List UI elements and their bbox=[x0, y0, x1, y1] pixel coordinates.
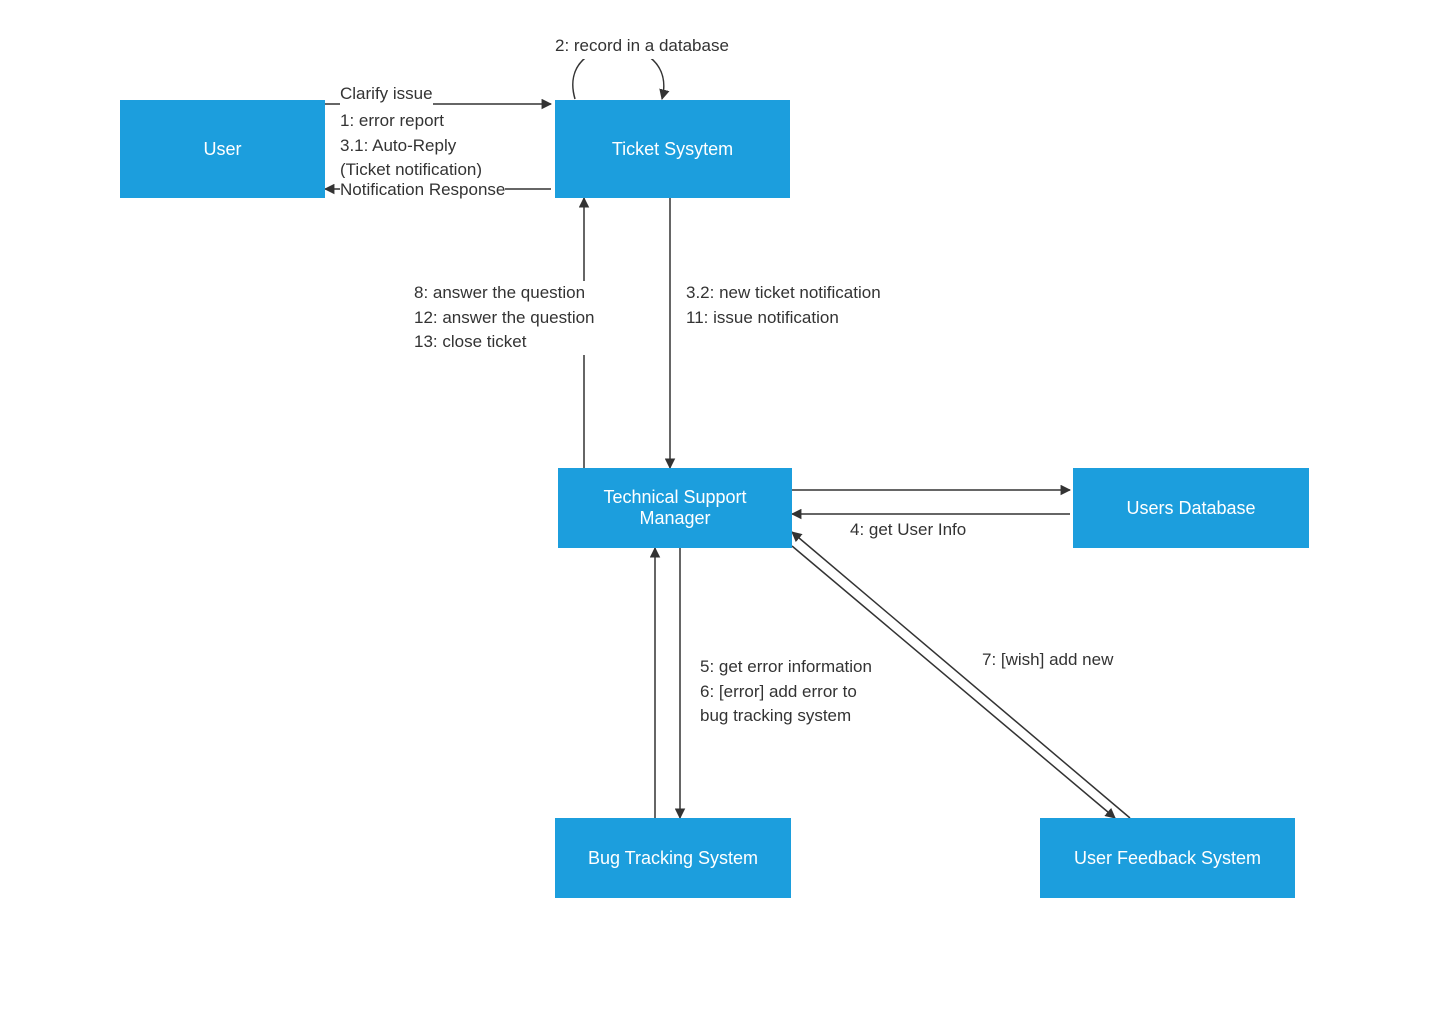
node-user-feedback-label: User Feedback System bbox=[1074, 848, 1261, 869]
edge-label-get-user-info: 4: get User Info bbox=[850, 518, 966, 543]
node-users-db: Users Database bbox=[1073, 468, 1309, 548]
node-user: User bbox=[120, 100, 325, 198]
node-ticket-system: Ticket Sysytem bbox=[555, 100, 790, 198]
node-tsm: Technical Support Manager bbox=[558, 468, 792, 548]
edge-label-bug-tracking: 5: get error information 6: [error] add … bbox=[700, 655, 872, 729]
node-users-db-label: Users Database bbox=[1126, 498, 1255, 519]
edge-label-to-ticket-system: 8: answer the question 12: answer the qu… bbox=[414, 281, 595, 355]
edge-label-to-tsm: 3.2: new ticket notification 11: issue n… bbox=[686, 281, 881, 330]
edge-label-record-in-db: 2: record in a database bbox=[555, 34, 729, 59]
node-user-feedback: User Feedback System bbox=[1040, 818, 1295, 898]
node-tsm-label: Technical Support Manager bbox=[603, 487, 746, 529]
edge-label-error-report: 1: error report 3.1: Auto-Reply (Ticket … bbox=[340, 109, 482, 183]
node-user-label: User bbox=[203, 139, 241, 160]
edge-label-notification-response: Notification Response bbox=[340, 178, 505, 203]
node-bug-tracking-label: Bug Tracking System bbox=[588, 848, 758, 869]
edge-label-wish-add-new: 7: [wish] add new bbox=[982, 648, 1113, 673]
node-ticket-system-label: Ticket Sysytem bbox=[612, 139, 733, 160]
node-bug-tracking: Bug Tracking System bbox=[555, 818, 791, 898]
edge-label-clarify-issue: Clarify issue bbox=[340, 82, 433, 107]
